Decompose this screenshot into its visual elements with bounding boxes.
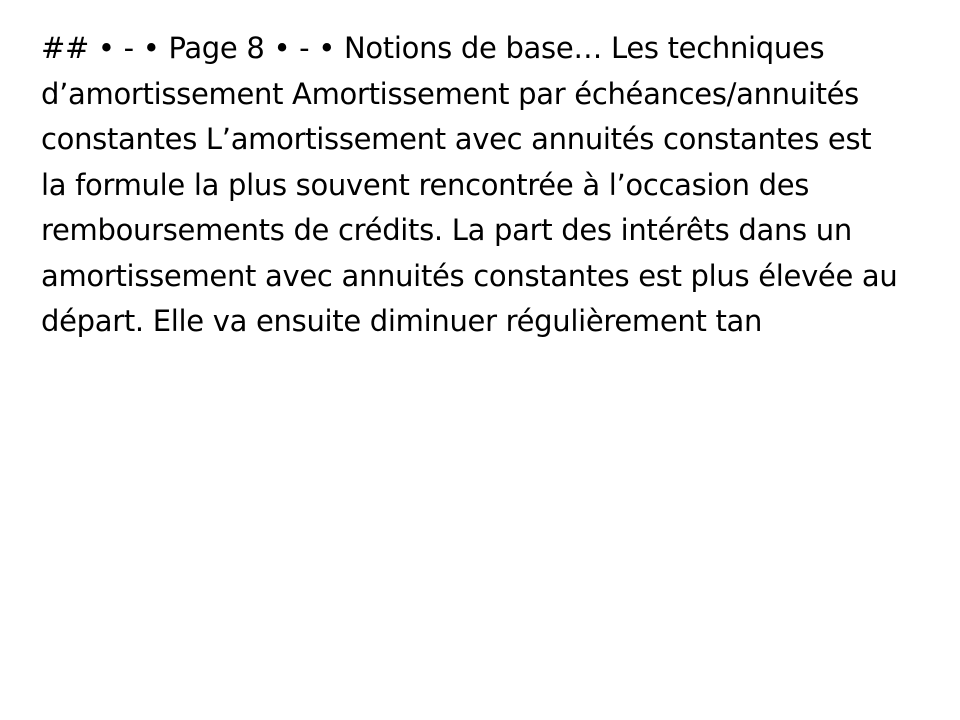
document-page: ## • - • Page 8 • - • Notions de base… L… (0, 0, 960, 720)
body-text: ## • - • Page 8 • - • Notions de base… L… (41, 31, 898, 338)
